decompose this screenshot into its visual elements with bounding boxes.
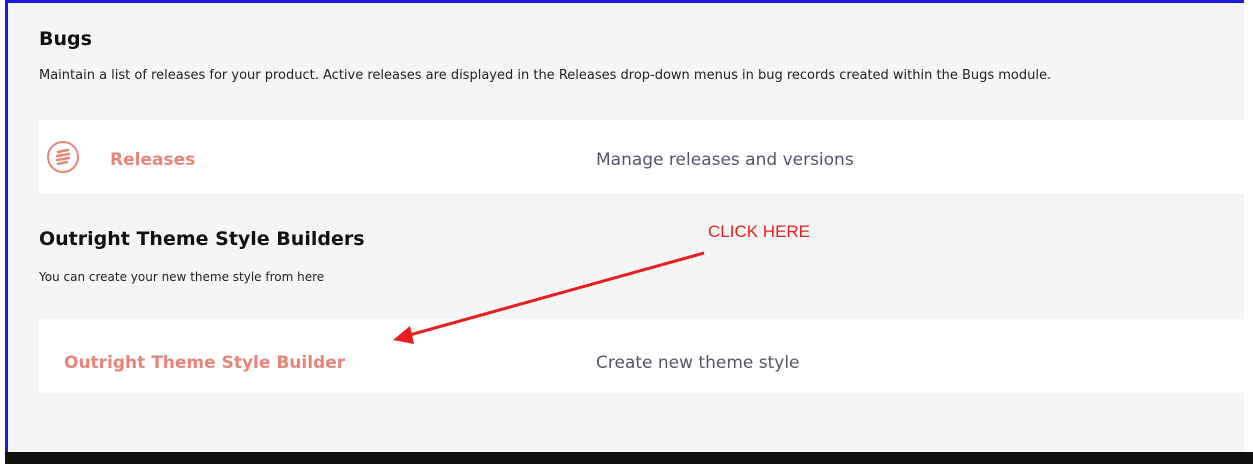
releases-description: Manage releases and versions	[596, 150, 854, 170]
theme-style-builder-link[interactable]: Outright Theme Style Builder	[64, 353, 345, 373]
releases-link[interactable]: Releases	[110, 150, 195, 170]
click-here-annotation: CLICK HERE	[708, 222, 811, 241]
bottom-bar	[5, 452, 1253, 464]
releases-icon[interactable]	[47, 141, 79, 173]
releases-row: Releases Manage releases and versions	[39, 120, 1244, 194]
theme-builder-description: Create new theme style	[596, 353, 800, 373]
bugs-section-description: Maintain a list of releases for your pro…	[39, 68, 1052, 83]
outright-section-title: Outright Theme Style Builders	[39, 228, 365, 250]
admin-panel: Bugs Maintain a list of releases for you…	[5, 0, 1244, 452]
outright-section-description: You can create your new theme style from…	[39, 270, 325, 284]
theme-builder-row: Outright Theme Style Builder Create new …	[39, 319, 1244, 393]
bugs-section-title: Bugs	[39, 28, 92, 50]
